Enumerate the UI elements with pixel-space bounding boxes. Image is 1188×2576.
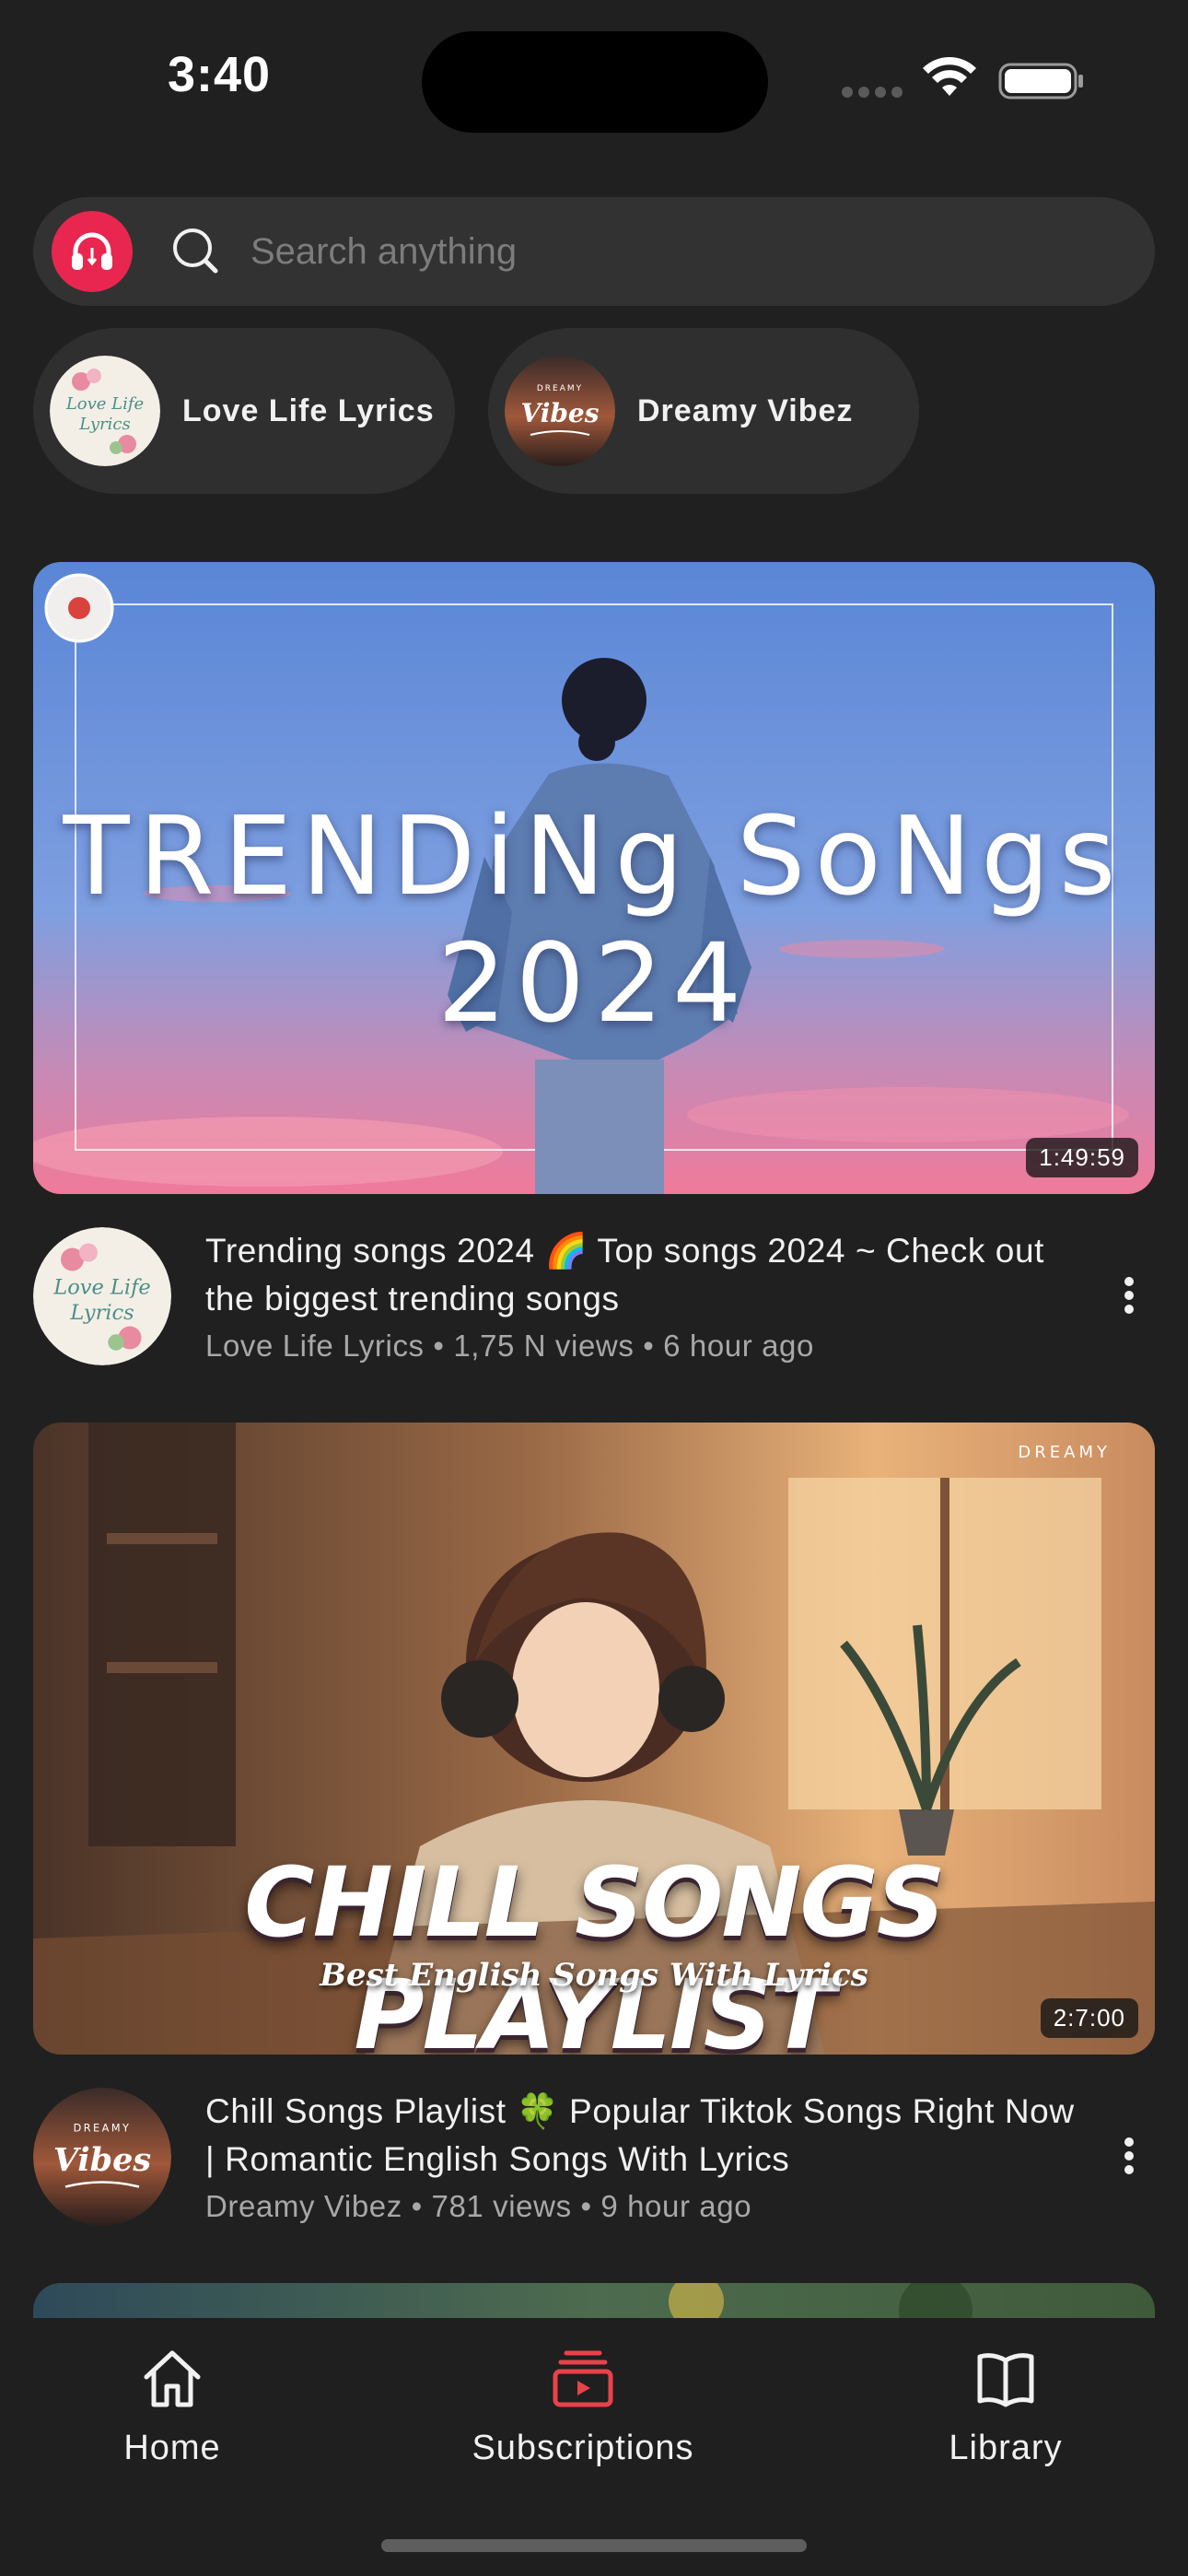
more-options-icon[interactable] xyxy=(1120,1273,1138,1317)
video-title[interactable]: Chill Songs Playlist 🍀 Popular Tiktok So… xyxy=(205,2088,1089,2184)
bottom-tab-bar: Home Subscriptions Library xyxy=(0,2318,1188,2576)
video-duration-badge: 2:7:00 xyxy=(1040,1998,1138,2038)
tab-label: Subscriptions xyxy=(472,2429,694,2467)
app-screen: 3:40 Search anything Love Life Lyrics Lo… xyxy=(0,0,1188,2576)
channel-chip-label: Love Life Lyrics xyxy=(182,392,435,428)
tab-label: Home xyxy=(123,2429,221,2467)
wifi-icon xyxy=(923,57,976,96)
cellular-signal-icon xyxy=(842,87,904,98)
channel-avatar-dreamy-vibez[interactable]: DREAMY Vibes xyxy=(33,2088,171,2226)
tab-label: Library xyxy=(949,2429,1063,2467)
thumbnail-title-text: CHILL SONGS PLAYLIST xyxy=(244,1846,945,2055)
status-bar: 3:40 xyxy=(0,0,1188,157)
home-indicator[interactable] xyxy=(381,2539,807,2552)
video-duration-badge: 1:49:59 xyxy=(1026,1138,1138,1177)
svg-text:Lyrics: Lyrics xyxy=(69,1301,134,1325)
video-meta: Love Life Lyrics • 1,75 N views • 6 hour… xyxy=(205,1329,814,1363)
video-title[interactable]: Trending songs 2024 🌈 Top songs 2024 ~ C… xyxy=(205,1227,1089,1323)
video-meta: Dreamy Vibez • 781 views • 9 hour ago xyxy=(205,2189,752,2223)
video-thumbnail[interactable]: TRENDiNg SoNgs 2024 1:49:59 xyxy=(33,562,1155,1194)
dynamic-island xyxy=(422,31,768,133)
svg-text:Love Life: Love Life xyxy=(65,394,144,414)
tab-home[interactable]: Home xyxy=(34,2346,310,2475)
channel-avatar-love-life-lyrics[interactable]: Love Life Lyrics xyxy=(33,1227,171,1365)
thumbnail-subtitle-text: Best English Songs With Lyrics xyxy=(320,1957,868,1994)
channel-avatar-love-life-lyrics: Love Life Lyrics xyxy=(50,356,160,466)
tab-library[interactable]: Library xyxy=(868,2346,1144,2475)
status-time: 3:40 xyxy=(168,47,272,102)
video-info-row: DREAMY Vibes Chill Songs Playlist 🍀 Popu… xyxy=(33,2088,1155,2235)
subscriptions-icon xyxy=(553,2350,613,2407)
channel-chip-dreamy-vibez[interactable]: DREAMY Vibes Dreamy Vibez xyxy=(488,328,919,494)
svg-text:Lyrics: Lyrics xyxy=(78,415,131,434)
svg-text:Love Life: Love Life xyxy=(52,1276,150,1300)
video-info-row: Love Life Lyrics Trending songs 2024 🌈 T… xyxy=(33,1227,1155,1375)
svg-text:DREAMY: DREAMY xyxy=(537,384,583,393)
search-bar[interactable] xyxy=(33,197,1155,306)
battery-icon xyxy=(998,63,1083,100)
channel-avatar-dreamy-vibez: DREAMY Vibes xyxy=(505,356,615,466)
tab-subscriptions[interactable]: Subscriptions xyxy=(445,2346,721,2475)
channel-chip-love-life-lyrics[interactable]: Love Life Lyrics Love Life Lyrics xyxy=(33,328,455,494)
channel-chip-label: Dreamy Vibez xyxy=(637,392,854,428)
video-thumbnail[interactable]: DREAMY CHILL SONGS PLAYLIST Best English… xyxy=(33,1423,1155,2055)
svg-text:Vibes: Vibes xyxy=(53,2141,151,2179)
search-input[interactable] xyxy=(250,221,1079,282)
more-options-icon[interactable] xyxy=(1120,2134,1138,2178)
library-icon xyxy=(977,2353,1034,2407)
svg-text:DREAMY: DREAMY xyxy=(1018,1443,1111,1462)
search-icon xyxy=(173,228,218,274)
svg-text:Vibes: Vibes xyxy=(520,398,599,428)
headphones-logo-icon[interactable] xyxy=(52,211,133,292)
thumbnail-title-text: TRENDiNg SoNgs 2024 xyxy=(63,792,1125,1047)
home-icon xyxy=(144,2350,201,2407)
svg-text:DREAMY: DREAMY xyxy=(74,2123,132,2135)
